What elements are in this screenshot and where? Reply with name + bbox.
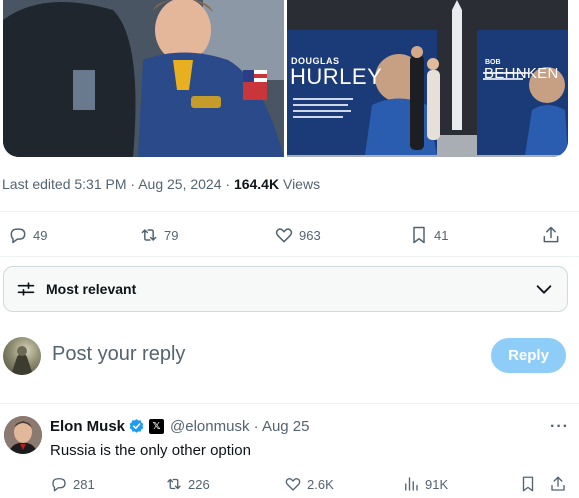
reply-icon	[10, 228, 26, 244]
reply-icon	[52, 478, 66, 492]
photo-astronaut-banners[interactable]: DOUGLAS HURLEY BOB BEHNKEN	[287, 0, 568, 157]
repost-action[interactable]: 226	[165, 472, 210, 496]
author-handle-date[interactable]: @elonmusk · Aug 25	[170, 418, 309, 435]
author-name[interactable]: Elon Musk	[50, 418, 125, 435]
x-affiliate-badge-icon[interactable]: 𝕏	[149, 419, 165, 434]
share-icon	[551, 476, 565, 491]
view-label: Views	[279, 176, 321, 192]
divider	[0, 256, 579, 257]
reply-header: Elon Musk 𝕏 @elonmusk · Aug 25	[50, 418, 309, 435]
like-count: 963	[299, 227, 321, 243]
like-count: 2.6K	[307, 476, 334, 492]
bookmark-action[interactable]: 41	[409, 223, 448, 247]
edited-timestamp[interactable]: Last edited 5:31 PM · Aug 25, 2024 ·	[2, 176, 234, 192]
verified-badge-icon	[129, 419, 144, 433]
photo-astronaut-selfie[interactable]	[3, 0, 284, 157]
reply-count: 49	[33, 227, 48, 243]
tweet-media[interactable]: DOUGLAS HURLEY BOB BEHNKEN	[3, 0, 568, 157]
like-action[interactable]: 2.6K	[284, 472, 334, 496]
share-icon	[543, 226, 559, 243]
share-action[interactable]	[549, 472, 567, 496]
reply-action[interactable]: 281	[50, 472, 95, 496]
bookmark-action[interactable]	[519, 472, 537, 496]
repost-count: 79	[164, 227, 179, 243]
views-action[interactable]: 91K	[402, 472, 448, 496]
banner-last-name: HURLEY	[290, 64, 383, 89]
repost-icon	[141, 229, 157, 241]
view-count: 91K	[425, 476, 449, 492]
reply-text: Russia is the only other option	[50, 442, 251, 459]
avatar[interactable]	[4, 416, 42, 454]
view-count: 164.4K	[233, 176, 280, 192]
avatar[interactable]	[3, 337, 41, 375]
divider	[0, 211, 579, 212]
sort-label: Most relevant	[46, 281, 137, 297]
divider	[0, 403, 579, 404]
photo-left-illustration	[3, 0, 284, 157]
heart-icon	[275, 228, 293, 243]
share-action[interactable]	[541, 223, 561, 247]
reply-button[interactable]: Reply	[491, 338, 566, 373]
like-action[interactable]: 963	[274, 223, 321, 247]
reply-action[interactable]: 49	[8, 223, 47, 247]
chevron-down-icon	[536, 285, 552, 294]
banner-last-name: BEHNKEN	[484, 65, 559, 82]
avatar-image	[4, 416, 42, 454]
reply-sort-dropdown[interactable]: Most relevant	[3, 266, 568, 312]
reply-count: 281	[73, 476, 95, 492]
more-options-icon[interactable]: ···	[550, 418, 569, 436]
sliders-icon	[17, 282, 35, 296]
avatar-image	[11, 346, 33, 375]
bar-chart-icon	[405, 477, 418, 491]
bookmark-icon	[413, 226, 425, 244]
bookmark-count: 41	[434, 227, 449, 243]
bookmark-icon	[522, 476, 534, 492]
repost-icon	[167, 478, 181, 490]
repost-count: 226	[188, 476, 210, 492]
repost-action[interactable]: 79	[139, 223, 178, 247]
heart-icon	[285, 477, 301, 491]
reply-input[interactable]: Post your reply	[52, 343, 185, 366]
tweet-meta: Last edited 5:31 PM · Aug 25, 2024 · 164…	[2, 176, 320, 192]
